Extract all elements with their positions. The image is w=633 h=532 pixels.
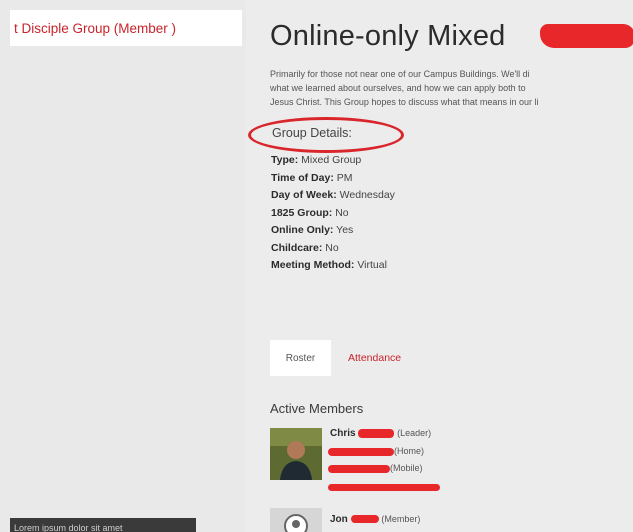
description-line: Jesus Christ. This Group hopes to discus… xyxy=(270,97,539,107)
group-details-list: Type: Mixed Group Time of Day: PM Day of… xyxy=(271,152,395,275)
detail-day-of-week: Day of Week: Wednesday xyxy=(271,189,395,201)
group-details-heading: Group Details: xyxy=(272,126,352,140)
member-phone-home: (Home) xyxy=(328,446,424,456)
group-detail-panel: Online-only Mixed Primarily for those no… xyxy=(246,0,633,532)
status-tooltip-text: Lorem ipsum dolor sit amet xyxy=(14,523,123,532)
left-panel: t Disciple Group (Member ) Lorem ipsum d… xyxy=(0,0,246,532)
detail-time-of-day: Time of Day: PM xyxy=(271,171,353,184)
redaction-mark xyxy=(328,464,390,473)
member-tabs: Roster Attendance xyxy=(270,340,401,376)
detail-online-only: Online Only: Yes xyxy=(271,224,354,236)
breadcrumb-link[interactable]: t Disciple Group (Member ) xyxy=(14,21,176,36)
member-email xyxy=(328,482,440,492)
redaction-mark xyxy=(350,515,379,524)
detail-meeting-method: Meeting Method: Virtual xyxy=(271,259,387,271)
redaction-mark xyxy=(358,428,395,438)
redaction-mark xyxy=(328,484,440,492)
member-phone-mobile: (Mobile) xyxy=(328,463,423,473)
active-members-heading: Active Members xyxy=(270,401,364,416)
member-avatar-placeholder[interactable] xyxy=(270,508,322,532)
description-line: what we learned about ourselves, and how… xyxy=(270,83,526,93)
title-redaction-mark xyxy=(540,24,633,48)
member-name[interactable]: Chris (Leader) xyxy=(330,428,431,439)
detail-type: Type: Mixed Group xyxy=(271,154,362,166)
tab-roster[interactable]: Roster xyxy=(270,340,331,376)
redaction-mark xyxy=(328,447,394,456)
status-tooltip: Lorem ipsum dolor sit amet xyxy=(10,518,196,532)
detail-childcare: Childcare: No xyxy=(271,241,339,254)
group-description: Primarily for those not near one of our … xyxy=(270,67,633,109)
tab-attendance[interactable]: Attendance xyxy=(348,352,401,364)
breadcrumb[interactable]: t Disciple Group (Member ) xyxy=(10,10,242,46)
page-title: Online-only Mixed xyxy=(270,20,506,52)
member-avatar[interactable] xyxy=(270,428,322,480)
member-name[interactable]: Jon (Member) xyxy=(330,514,420,525)
description-line: Primarily for those not near one of our … xyxy=(270,69,530,79)
detail-1825-group: 1825 Group: No xyxy=(271,206,349,219)
